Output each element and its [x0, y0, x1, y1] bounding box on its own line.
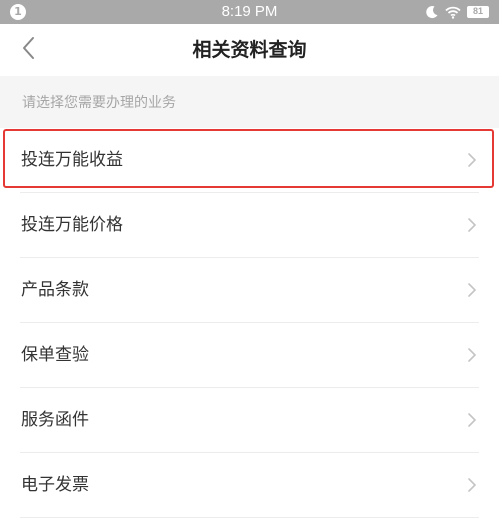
list-item-label: 投连万能收益: [21, 150, 123, 170]
chevron-right-icon: [467, 477, 477, 493]
list-item-label: 投连万能价格: [21, 215, 123, 235]
app-screen: 1 8:19 PM 81 相关资料查询 请选择您需要办理的业务 投连万能收益 投…: [0, 0, 499, 522]
hint-text: 请选择您需要办理的业务: [22, 95, 176, 111]
list-item-e-invoice[interactable]: 电子发票: [20, 453, 479, 518]
status-icons: 81: [425, 3, 489, 21]
list-item-label: 保单查验: [21, 345, 89, 365]
list-item-policy-verification[interactable]: 保单查验: [20, 323, 479, 388]
battery-icon: 81: [467, 6, 489, 18]
list-item-product-terms[interactable]: 产品条款: [20, 258, 479, 323]
chevron-right-icon: [467, 282, 477, 298]
chevron-right-icon: [467, 152, 477, 168]
chevron-right-icon: [467, 347, 477, 363]
wifi-icon: [445, 6, 461, 19]
list-item-investment-yield[interactable]: 投连万能收益: [20, 128, 479, 193]
list-item-label: 电子发票: [21, 475, 89, 495]
list-item-investment-price[interactable]: 投连万能价格: [20, 193, 479, 258]
chevron-right-icon: [467, 412, 477, 428]
page-title: 相关资料查询: [192, 39, 307, 61]
navigation-bar: 相关资料查询: [0, 24, 499, 76]
list-item-label: 服务函件: [21, 410, 89, 430]
moon-icon: [425, 5, 439, 19]
service-list: 投连万能收益 投连万能价格 产品条款 保单查验 服务函件 电子发票: [0, 128, 499, 522]
chevron-right-icon: [467, 217, 477, 233]
list-item-label: 产品条款: [21, 280, 89, 300]
status-bar: 1 8:19 PM 81: [0, 0, 499, 24]
list-item-service-letters[interactable]: 服务函件: [20, 388, 479, 453]
